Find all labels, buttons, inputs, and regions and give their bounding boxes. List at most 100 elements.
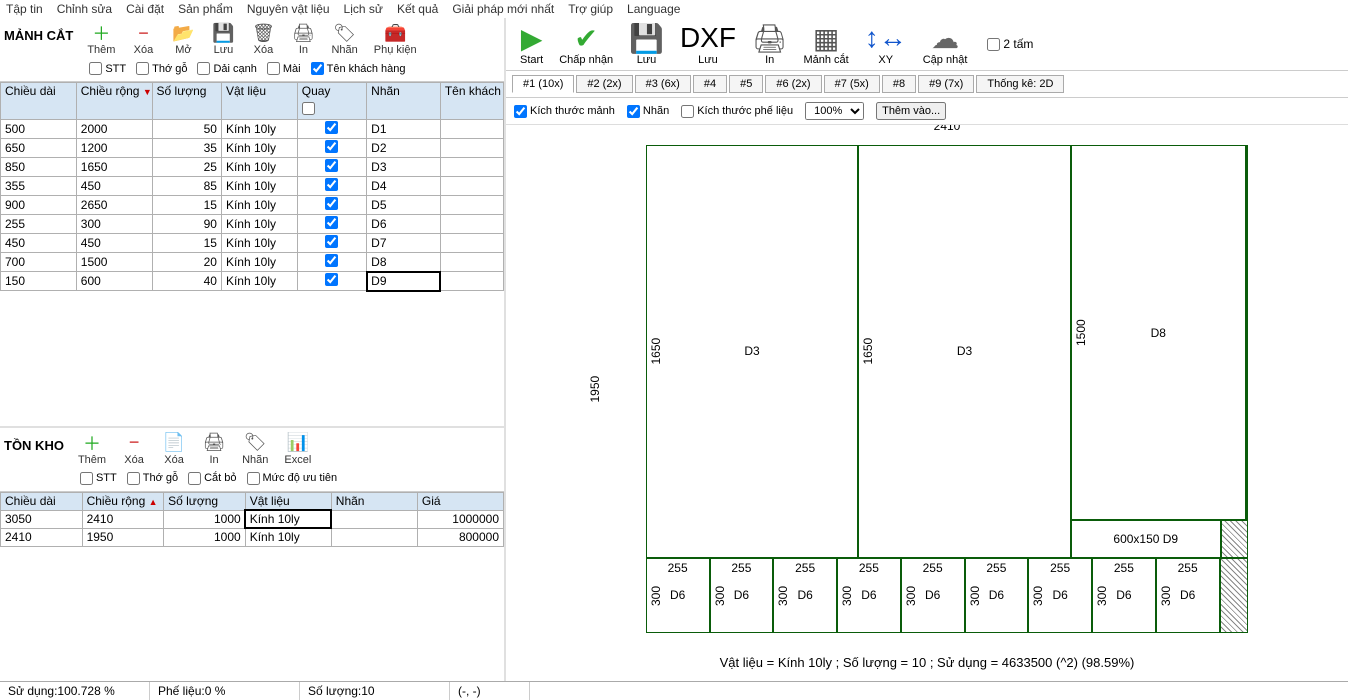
excel-button[interactable]: 📊Excel — [278, 430, 317, 468]
sheet-tab[interactable]: #3 (6x) — [635, 75, 691, 93]
cập nhật-button[interactable]: ☁Cập nhật — [915, 20, 976, 68]
sheet-tab[interactable]: #2 (2x) — [576, 75, 632, 93]
menu-item[interactable]: Trợ giúp — [568, 2, 613, 16]
cut-row[interactable]: 35545085Kính 10lyD4 — [1, 177, 504, 196]
menu-item[interactable]: Cài đặt — [126, 2, 164, 16]
stock-col-header[interactable]: Giá — [417, 492, 503, 510]
stock-col-header[interactable]: Vật liệu — [245, 492, 331, 510]
menu-item[interactable]: Chỉnh sửa — [57, 2, 112, 16]
in-button[interactable]: 🖨In — [285, 20, 321, 58]
menu-item[interactable]: Giải pháp mới nhất — [452, 2, 554, 16]
in-button[interactable]: 🖨In — [196, 430, 232, 468]
cut-row[interactable]: 700150020Kính 10lyD8 — [1, 253, 504, 272]
stock-panel-title: TỒN KHO — [4, 430, 72, 453]
opt-Kích thước mảnh[interactable]: Kích thước mảnh — [514, 105, 615, 118]
waste-piece — [1221, 520, 1249, 558]
cut-panel-title: MẢNH CẮT — [4, 20, 81, 43]
xóa-button[interactable]: 📄Xóa — [156, 430, 192, 468]
cut-col-header[interactable]: Nhãn — [367, 83, 441, 120]
sheet-tab[interactable]: Thống kê: 2D — [976, 75, 1064, 93]
cut-row[interactable]: 850165025Kính 10lyD3 — [1, 158, 504, 177]
menu-item[interactable]: Language — [627, 2, 680, 16]
start-button[interactable]: ▶Start — [512, 20, 551, 68]
sheet-tab[interactable]: #4 — [693, 75, 727, 93]
xóa-button[interactable]: −Xóa — [116, 430, 152, 468]
check-Dải cạnh[interactable]: Dải cạnh — [197, 62, 256, 75]
check-Tên khách hàng[interactable]: Tên khách hàng — [311, 62, 406, 75]
cut-row[interactable]: 900265015Kính 10lyD5 — [1, 196, 504, 215]
cut-col-header[interactable]: Quay — [297, 83, 366, 120]
menu-item[interactable]: Lịch sử — [344, 2, 383, 16]
thêm-button[interactable]: ＋Thêm — [72, 430, 112, 468]
cut-piece[interactable]: 600x150 D9 — [1071, 520, 1221, 558]
cut-piece[interactable]: 255300D6 — [710, 558, 774, 633]
stock-col-header[interactable]: Nhãn — [331, 492, 417, 510]
sheet-tab[interactable]: #8 — [882, 75, 916, 93]
cut-row[interactable]: 650120035Kính 10lyD2 — [1, 139, 504, 158]
check-Thớ gỗ[interactable]: Thớ gỗ — [136, 62, 187, 75]
add-to-button[interactable]: Thêm vào... — [876, 102, 946, 120]
thêm-button[interactable]: ＋Thêm — [81, 20, 121, 58]
stock-col-header[interactable]: Chiều dài — [1, 492, 83, 510]
menu-item[interactable]: Sản phẩm — [178, 2, 233, 16]
cut-panel-header: MẢNH CẮT ＋Thêm−Xóa📂Mở💾Lưu🗑Xóa🖨In🏷Nhãn🧰Ph… — [0, 18, 504, 82]
stock-row[interactable]: 305024101000Kính 10ly1000000 — [1, 510, 504, 528]
mở-button[interactable]: 📂Mở — [165, 20, 201, 58]
cut-col-header[interactable]: Số lượng — [152, 83, 221, 120]
stock-row[interactable]: 241019501000Kính 10ly800000 — [1, 528, 504, 546]
menu-item[interactable]: Kết quả — [397, 2, 438, 16]
in-button[interactable]: 🖨In — [744, 20, 796, 68]
two-panel-check[interactable]: 2 tấm — [987, 37, 1033, 51]
sheet-tab[interactable]: #5 — [729, 75, 763, 93]
cut-piece[interactable]: 255300D6 — [773, 558, 837, 633]
cut-piece[interactable]: 255300D6 — [1156, 558, 1220, 633]
stock-col-header[interactable]: Số lượng — [164, 492, 246, 510]
cut-piece[interactable]: 255300D6 — [965, 558, 1029, 633]
sheet-tab[interactable]: #6 (2x) — [765, 75, 821, 93]
cut-col-header[interactable]: Chiều rộng ▼ — [76, 83, 152, 120]
cut-piece[interactable]: 255300D6 — [1092, 558, 1156, 633]
cut-piece[interactable]: 255300D6 — [901, 558, 965, 633]
lưu-button[interactable]: 💾Lưu — [205, 20, 241, 58]
cut-row[interactable]: 500200050Kính 10lyD1 — [1, 120, 504, 139]
mảnh cắt-button[interactable]: ▦Mảnh cắt — [795, 20, 856, 68]
menu-item[interactable]: Nguyên vật liệu — [247, 2, 330, 16]
opt-Nhãn[interactable]: Nhãn — [627, 105, 669, 118]
cut-piece[interactable]: 1650D3 — [858, 145, 1071, 558]
zoom-select[interactable]: 100% — [805, 102, 864, 120]
check-Thớ gỗ[interactable]: Thớ gỗ — [127, 472, 178, 485]
cut-piece[interactable]: 255300D6 — [837, 558, 901, 633]
sheet-tab[interactable]: #7 (5x) — [824, 75, 880, 93]
cut-piece[interactable]: 255300D6 — [1028, 558, 1092, 633]
nhãn-button[interactable]: 🏷Nhãn — [236, 430, 274, 468]
cut-col-header[interactable]: Vật liệu — [221, 83, 297, 120]
xy-button[interactable]: ↕↔XY — [857, 20, 915, 68]
cut-piece[interactable]: 255300D6 — [646, 558, 710, 633]
cut-row[interactable]: 25530090Kính 10lyD6 — [1, 215, 504, 234]
sheet-tab[interactable]: #1 (10x) — [512, 75, 574, 93]
cut-piece[interactable]: 1650D3 — [646, 145, 859, 558]
chấp nhận-button[interactable]: ✔Chấp nhận — [551, 20, 621, 68]
check-Cắt bỏ[interactable]: Cắt bỏ — [188, 472, 236, 485]
xóa-button[interactable]: 🗑Xóa — [245, 20, 281, 58]
check-STT[interactable]: STT — [89, 62, 126, 75]
cut-col-header[interactable]: Tên khách hàng — [440, 83, 503, 120]
cutting-canvas[interactable]: 241019508508507001650D31650D31500D8600x1… — [506, 125, 1348, 681]
cut-piece[interactable]: 1500D8 — [1071, 145, 1246, 520]
stock-col-header[interactable]: Chiều rộng ▲ — [82, 492, 164, 510]
opt-Kích thước phế liệu[interactable]: Kích thước phế liệu — [681, 105, 793, 118]
menu-item[interactable]: Tập tin — [6, 2, 43, 16]
sheet-tab[interactable]: #9 (7x) — [918, 75, 974, 93]
cut-col-header[interactable]: Chiều dài — [1, 83, 77, 120]
check-Mài[interactable]: Mài — [267, 62, 301, 75]
lưu-button[interactable]: DXFLưu — [672, 20, 744, 68]
check-Mức độ ưu tiên[interactable]: Mức độ ưu tiên — [247, 472, 338, 485]
cut-row[interactable]: 45045015Kính 10lyD7 — [1, 234, 504, 253]
check-STT[interactable]: STT — [80, 472, 117, 485]
phụ kiện-button[interactable]: 🧰Phụ kiện — [368, 20, 423, 58]
xóa-button[interactable]: −Xóa — [125, 20, 161, 58]
cut-row[interactable]: 15060040Kính 10lyD9 — [1, 272, 504, 291]
sheet-height-label: 1950 — [588, 145, 602, 633]
lưu-button[interactable]: 💾Lưu — [621, 20, 672, 68]
nhãn-button[interactable]: 🏷Nhãn — [325, 20, 363, 58]
